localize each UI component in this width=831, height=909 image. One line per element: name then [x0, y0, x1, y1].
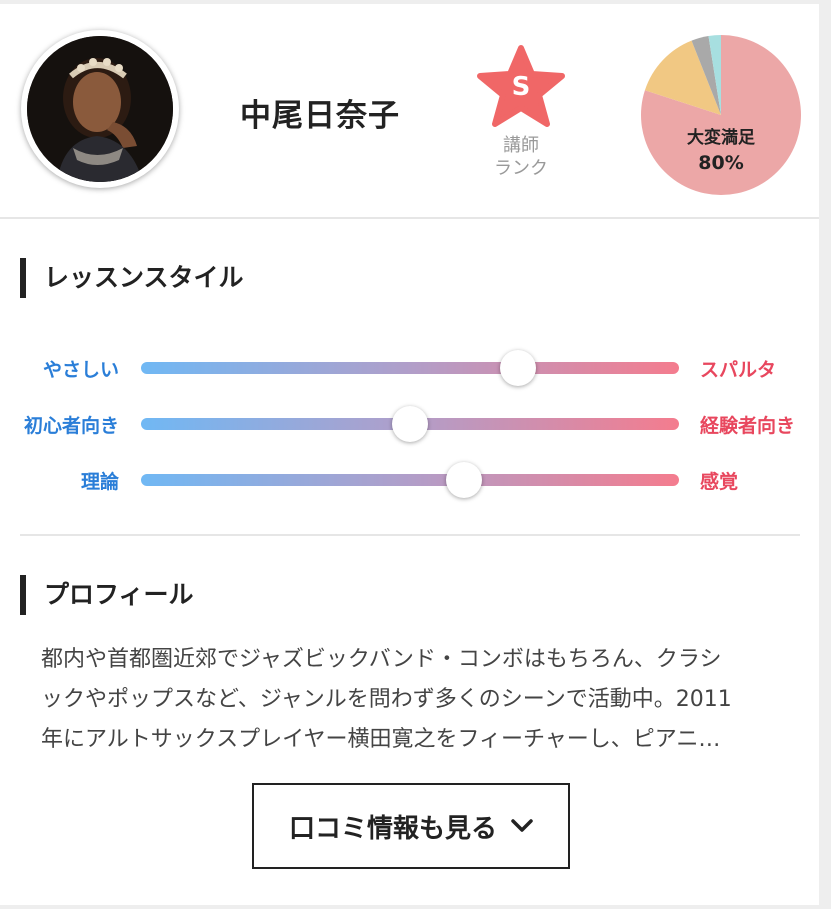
slider-left-label: やさしい: [42, 359, 119, 381]
section-divider: [20, 534, 800, 536]
style-slider-row: 理論 感覚: [0, 461, 819, 498]
heading-bar: [20, 575, 26, 615]
lesson-style-title: レッスンスタイル: [44, 263, 244, 292]
profile-line: 年にアルトサックスプレイヤー横田寛之をフィーチャーし、ピアニ…: [41, 727, 721, 752]
profile-title: プロフィール: [44, 580, 194, 609]
teacher-photo: [27, 36, 173, 182]
scrollbar[interactable]: [819, 0, 831, 909]
rank-caption-line2: ランク: [494, 158, 548, 179]
slider-knob[interactable]: [445, 462, 482, 498]
header-divider: [0, 217, 819, 219]
profile-heading: プロフィール: [20, 575, 194, 615]
chevron-down-icon: [511, 819, 533, 832]
slider-track: [141, 474, 679, 486]
slider-left-label: 初心者向き: [23, 415, 119, 437]
slider-knob[interactable]: [392, 406, 428, 442]
lesson-style-heading: レッスンスタイル: [20, 258, 244, 298]
rank-letter: S: [511, 72, 531, 102]
slider-track: [141, 362, 679, 374]
profile-text: 都内や首都圏近郊でジャズビックバンド・コンボはもちろん、クラシ ックやポップスな…: [41, 640, 803, 760]
style-slider-row: やさしい スパルタ: [0, 349, 819, 386]
show-reviews-label: 口コミ情報も見る: [288, 813, 497, 844]
rank-caption: 講師 ランク: [476, 134, 566, 180]
slider-right-label: 経験者向き: [700, 415, 796, 437]
slider-knob[interactable]: [499, 350, 536, 386]
teacher-card: 中尾日奈子 S 講師 ランク 大変満足 80% レッスンスタイル やさしい スパル…: [0, 4, 819, 905]
slider-right-label: スパルタ: [700, 359, 777, 381]
avatar[interactable]: [21, 30, 179, 188]
satisfaction-label: 大変満足: [687, 128, 755, 148]
style-slider-row: 初心者向き 経験者向き: [0, 405, 819, 442]
profile-line: 都内や首都圏近郊でジャズビックバンド・コンボはもちろん、クラシ: [41, 647, 722, 672]
show-reviews-button[interactable]: 口コミ情報も見る: [252, 783, 570, 869]
satisfaction-value: 80%: [698, 152, 744, 174]
heading-bar: [20, 258, 26, 298]
profile-line: ックやポップスなど、ジャンルを問わず多くのシーンで活動中。2011: [41, 687, 732, 712]
slider-left-label: 理論: [80, 471, 119, 493]
slider-right-label: 感覚: [700, 471, 739, 493]
rank-caption-line1: 講師: [503, 135, 539, 156]
teacher-name: 中尾日奈子: [240, 98, 400, 134]
